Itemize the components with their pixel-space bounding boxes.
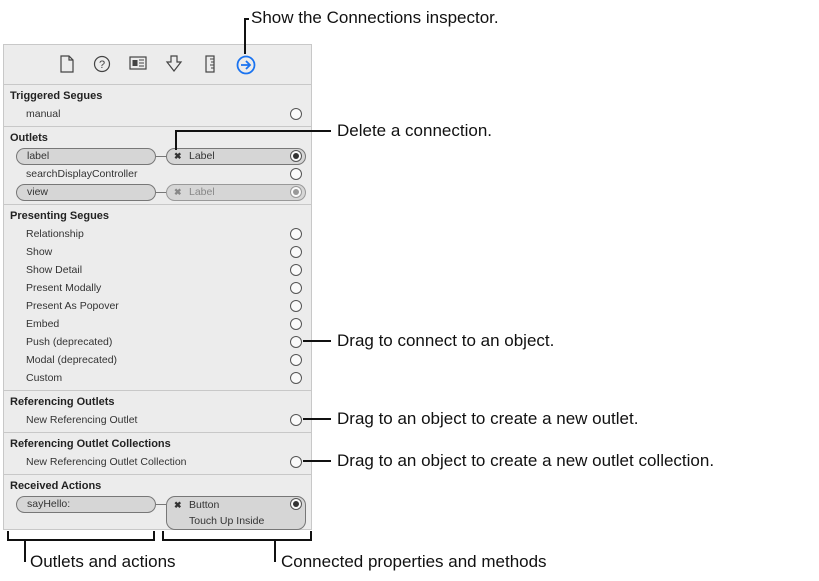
connection-line [156,192,166,193]
list-item: Show [4,243,311,261]
callout-line [303,460,331,462]
connection-line [156,156,166,157]
item-label: Relationship [26,228,84,240]
referencing-outlets-section: Referencing Outlets New Referencing Outle… [4,391,311,433]
target-label: Label [189,150,215,162]
list-item: Present Modally [4,279,311,297]
connection-circle-icon[interactable] [290,300,302,312]
item-label: Show Detail [26,264,83,276]
callout-drag-connect: Drag to connect to an object. [337,331,555,350]
received-actions-section: Received Actions sayHello: ✖ Button Touch … [4,475,311,534]
presenting-segues-section: Presenting Segues Relationship Show Show De… [4,205,311,391]
bracket-outlets [7,531,155,541]
outlets-section: Outlets label ✖ Label searchDisplayContro… [4,127,311,205]
file-icon[interactable] [57,55,77,75]
connection-circle-icon[interactable] [290,336,302,348]
target-label: Button [189,499,220,511]
identity-icon[interactable] [128,55,148,75]
connections-inspector: ? Triggered Segues manual Outlets label … [3,44,312,530]
connected-object-pill: ✖ Label [166,148,306,165]
connection-circle-icon[interactable] [290,414,302,426]
item-label: searchDisplayController [26,168,138,180]
callout-drag-collection: Drag to an object to create a new outlet… [337,451,715,470]
connection-circle-icon[interactable] [290,498,302,510]
outlet-row-view: view ✖ Label [4,183,311,201]
outlet-row-label: label ✖ Label [4,147,311,165]
list-item: Modal (deprecated) [4,351,311,369]
item-label: Custom [26,372,63,384]
connection-circle-icon[interactable] [290,186,302,198]
referencing-outlet-collections-section: Referencing Outlet Collections New Refere… [4,433,311,475]
section-header: Presenting Segues [10,210,110,222]
attributes-icon[interactable] [164,55,184,75]
callout-line [303,418,331,420]
connection-circle-icon[interactable] [290,282,302,294]
item-label: Modal (deprecated) [26,354,118,366]
callout-line [244,18,246,54]
connection-circle-icon[interactable] [290,228,302,240]
action-row: sayHello: ✖ Button Touch Up Inside [4,495,311,531]
list-item: manual [4,105,311,123]
connected-object-pill: ✖ Label [166,184,306,201]
callout-line [274,540,276,562]
callout-delete-connection: Delete a connection. [337,121,492,140]
list-item: Custom [4,369,311,387]
callout-line [24,540,26,562]
section-header: Received Actions [10,480,102,492]
size-icon[interactable] [200,55,220,75]
section-header: Triggered Segues [10,90,103,102]
item-label: New Referencing Outlet [26,414,138,426]
connection-circle-icon[interactable] [290,150,302,162]
item-label: manual [26,108,61,120]
item-label: Present Modally [26,282,102,294]
callout-line [175,130,177,150]
item-label: Show [26,246,53,258]
outlet-pill[interactable]: label [16,148,156,165]
item-label: Present As Popover [26,300,119,312]
callout-line [244,18,249,20]
action-pill[interactable]: sayHello: [16,496,156,513]
list-item: New Referencing Outlet Collection [4,453,311,471]
item-label: New Referencing Outlet Collection [26,456,187,468]
svg-text:?: ? [99,59,105,71]
callout-line [175,130,331,132]
connection-circle-icon[interactable] [290,108,302,120]
connection-circle-icon[interactable] [290,372,302,384]
section-header: Referencing Outlet Collections [10,438,171,450]
connection-circle-icon[interactable] [290,246,302,258]
callout-line [303,340,331,342]
target-label: Label [189,186,215,198]
list-item: New Referencing Outlet [4,411,311,429]
inspector-toolbar: ? [4,45,311,85]
section-header: Referencing Outlets [10,396,115,408]
list-item: Present As Popover [4,297,311,315]
list-item: searchDisplayController [4,165,311,183]
list-item: Show Detail [4,261,311,279]
connection-circle-icon[interactable] [290,318,302,330]
callout-drag-outlet: Drag to an object to create a new outlet… [337,409,639,428]
list-item: Push (deprecated) [4,333,311,351]
connection-line [156,504,166,505]
help-icon[interactable]: ? [92,55,112,75]
list-item: Embed [4,315,311,333]
callout-outlets-actions: Outlets and actions [30,552,176,571]
bracket-connected [162,531,312,541]
connection-circle-icon[interactable] [290,168,302,180]
list-item: Relationship [4,225,311,243]
event-label: Touch Up Inside [189,515,265,527]
connection-circle-icon[interactable] [290,354,302,366]
outlet-pill[interactable]: view [16,184,156,201]
callout-show-inspector: Show the Connections inspector. [251,8,499,27]
connected-object-pill: ✖ Button Touch Up Inside [166,496,306,530]
item-label: Embed [26,318,60,330]
triggered-segues-section: Triggered Segues manual [4,85,311,127]
item-label: Push (deprecated) [26,336,113,348]
delete-connection-icon[interactable]: ✖ [174,149,182,164]
delete-connection-icon[interactable]: ✖ [174,185,182,200]
connection-circle-icon[interactable] [290,264,302,276]
connection-circle-icon[interactable] [290,456,302,468]
connections-icon[interactable] [236,55,256,75]
callout-connected: Connected properties and methods [281,552,547,571]
delete-connection-icon[interactable]: ✖ [174,497,182,513]
